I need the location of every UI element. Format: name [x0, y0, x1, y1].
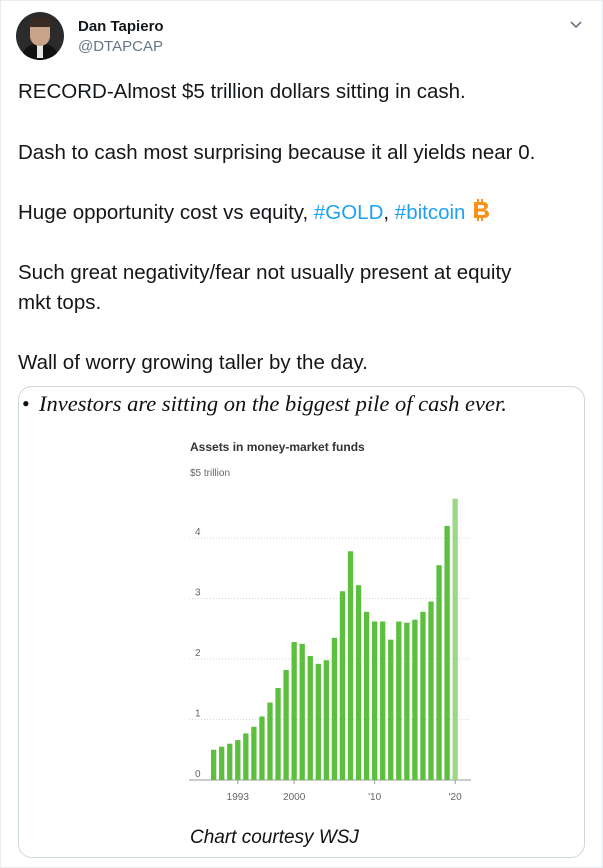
- bar-2008: [355, 585, 362, 780]
- bar-2002: [307, 655, 313, 780]
- y-tick-label: 1: [195, 709, 201, 720]
- bar-2006: [339, 591, 346, 780]
- bar-2014: [404, 622, 410, 780]
- bar-1992: [227, 743, 233, 780]
- bar-2015: [412, 619, 418, 780]
- x-tick-label: '20: [449, 792, 462, 803]
- bar-2012: [388, 639, 394, 780]
- y-tick-label: 0: [195, 769, 201, 780]
- bar-2005: [331, 637, 338, 780]
- avatar[interactable]: [16, 12, 64, 60]
- bar-1998: [275, 688, 281, 780]
- chevron-down-icon[interactable]: [568, 16, 584, 32]
- bar-2013: [396, 621, 402, 780]
- chart-x-ticks: 1993 2000 '10 '20: [227, 780, 462, 803]
- y-tick-label: 4: [195, 527, 201, 538]
- tweet-line-2: Dash to cash most surprising because it …: [18, 141, 536, 164]
- hashtag-gold[interactable]: #GOLD: [314, 201, 384, 224]
- bar-2010: [372, 621, 378, 780]
- x-tick-label: '10: [368, 792, 381, 803]
- bar-2017: [428, 601, 434, 780]
- tweet-line-3-text: Huge opportunity cost vs equity,: [18, 201, 314, 224]
- tweet-line-1: RECORD-Almost $5 trillion dollars sittin…: [18, 80, 466, 103]
- bar-1993: [235, 740, 241, 780]
- bar-1997: [267, 702, 273, 780]
- bar-2016: [420, 611, 426, 780]
- bar-2020: [452, 498, 458, 780]
- chart-bars: [211, 498, 458, 780]
- tweet-line-5: Wall of worry growing taller by the day.: [18, 351, 368, 374]
- bitcoin-icon: [474, 199, 490, 221]
- x-tick-label: 1993: [227, 792, 250, 803]
- bar-2003: [315, 663, 321, 780]
- bar-2004: [323, 660, 329, 780]
- hashtag-separator: ,: [383, 201, 390, 224]
- tweet-line-4b: mkt tops.: [18, 291, 102, 314]
- tweet-line-4a: Such great negativity/fear not usually p…: [18, 261, 512, 284]
- bar-2019: [444, 525, 450, 780]
- bar-1990: [211, 749, 217, 780]
- bar-2000: [291, 642, 297, 780]
- bar-2018: [436, 565, 442, 780]
- chart-unit-label: $5 trillion: [190, 468, 230, 479]
- bar-1999: [283, 669, 289, 780]
- y-tick-label: 2: [195, 648, 201, 659]
- x-tick-label: 2000: [283, 792, 306, 803]
- chart-caption: Chart courtesy WSJ: [190, 827, 359, 848]
- bar-2001: [299, 643, 305, 780]
- tweet-line-3: Huge opportunity cost vs equity, #GOLD, …: [18, 198, 491, 228]
- bar-2011: [380, 621, 386, 780]
- money-market-chart: Assets in money-market funds $5 trillion…: [189, 440, 471, 803]
- y-tick-label: 3: [195, 588, 201, 599]
- bar-1991: [219, 746, 225, 780]
- hashtag-bitcoin[interactable]: #bitcoin: [395, 201, 466, 224]
- bar-1995: [251, 726, 257, 780]
- attached-image[interactable]: • Investors are sitting on the biggest p…: [18, 386, 585, 858]
- avatar-hair: [29, 17, 51, 27]
- bar-2009: [363, 611, 370, 780]
- avatar-shirt: [37, 44, 43, 58]
- author-handle[interactable]: @DTAPCAP: [78, 38, 163, 55]
- bar-1996: [259, 716, 265, 780]
- bar-1994: [243, 733, 249, 780]
- author-name[interactable]: Dan Tapiero: [78, 18, 164, 35]
- chart-title: Assets in money-market funds: [190, 440, 365, 454]
- bar-2007: [347, 551, 354, 780]
